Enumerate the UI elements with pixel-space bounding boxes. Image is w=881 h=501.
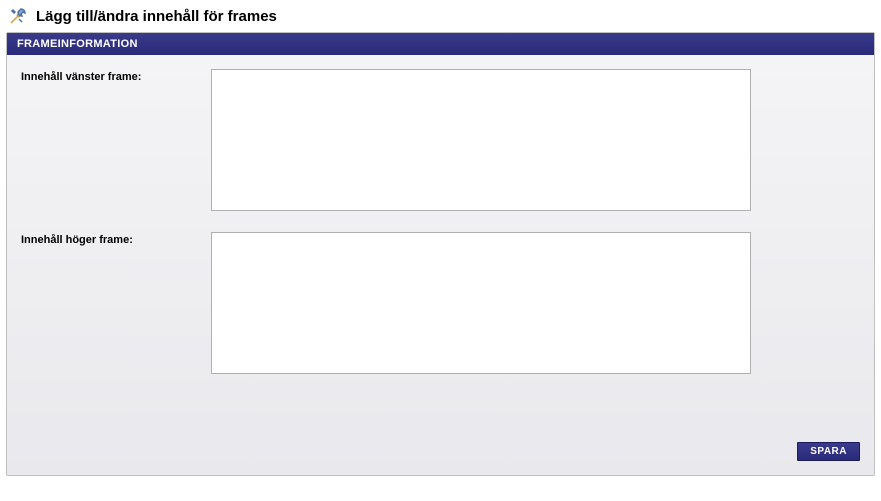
control-left-frame (211, 69, 751, 214)
frameinfo-panel: FRAMEINFORMATION Innehåll vänster frame:… (6, 32, 875, 476)
row-left-frame: Innehåll vänster frame: (21, 69, 860, 214)
page-title: Lägg till/ändra innehåll för frames (36, 8, 277, 25)
button-row: SPARA (797, 442, 860, 461)
page-root: Lägg till/ändra innehåll för frames FRAM… (0, 0, 881, 476)
control-right-frame (211, 232, 751, 377)
panel-body: Innehåll vänster frame: Innehåll höger f… (7, 55, 874, 475)
save-button[interactable]: SPARA (797, 442, 860, 461)
textarea-right-frame[interactable] (211, 232, 751, 374)
panel-title: FRAMEINFORMATION (7, 33, 874, 55)
label-left-frame: Innehåll vänster frame: (21, 69, 211, 83)
tools-icon (8, 6, 28, 26)
label-right-frame: Innehåll höger frame: (21, 232, 211, 246)
row-right-frame: Innehåll höger frame: (21, 232, 860, 377)
textarea-left-frame[interactable] (211, 69, 751, 211)
page-header: Lägg till/ändra innehåll för frames (0, 0, 881, 32)
